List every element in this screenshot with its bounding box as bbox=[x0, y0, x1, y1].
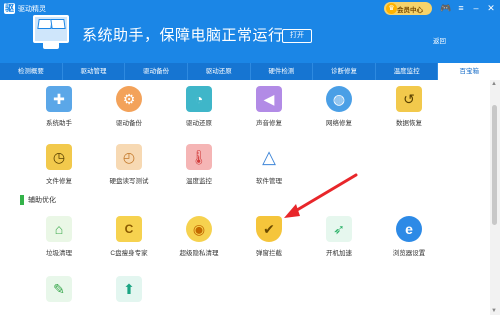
red-arrow-annotation bbox=[284, 173, 358, 218]
vertical-scrollbar[interactable]: ▲ ▼ bbox=[490, 80, 500, 315]
monitor-icon bbox=[33, 15, 69, 43]
tab-driver-manage[interactable]: 驱动管理 bbox=[63, 63, 126, 80]
tab-driver-restore[interactable]: 驱动还原 bbox=[188, 63, 251, 80]
tab-toolbox[interactable]: 百宝箱 bbox=[438, 63, 500, 80]
app-title: 驱 驱动精灵 bbox=[4, 3, 46, 14]
monitor-stand-icon bbox=[43, 43, 59, 49]
tab-temperature[interactable]: 温度监控 bbox=[376, 63, 439, 80]
tab-hardware-check[interactable]: 硬件检测 bbox=[251, 63, 314, 80]
tab-driver-backup[interactable]: 驱动备份 bbox=[125, 63, 188, 80]
app-header: 驱 驱动精灵 ♛ 会员中心 🎮 ≡ – ✕ 系统助手，保障电脑正常运行 打开 返… bbox=[0, 0, 500, 63]
back-link[interactable]: 返回 bbox=[433, 35, 446, 45]
page-slogan: 系统助手，保障电脑正常运行 bbox=[82, 27, 284, 44]
vip-center-label: 会员中心 bbox=[397, 6, 423, 14]
nav-tabs: 检测概要 驱动管理 驱动备份 驱动还原 硬件检测 诊断修复 温度监控 百宝箱 bbox=[0, 63, 500, 80]
scroll-down-icon[interactable]: ▼ bbox=[491, 308, 497, 314]
vip-center-button[interactable]: ♛ 会员中心 bbox=[384, 2, 432, 15]
crown-icon: ♛ bbox=[386, 3, 397, 14]
open-button[interactable]: 打开 bbox=[282, 29, 312, 43]
tab-diagnose-repair[interactable]: 诊断修复 bbox=[313, 63, 376, 80]
scroll-up-icon[interactable]: ▲ bbox=[491, 81, 497, 87]
gamepad-icon[interactable]: 🎮 bbox=[440, 2, 452, 14]
app-logo-icon: 驱 bbox=[4, 3, 15, 14]
minimize-icon[interactable]: – bbox=[470, 2, 482, 14]
menu-icon[interactable]: ≡ bbox=[455, 2, 467, 14]
app-name: 驱动精灵 bbox=[18, 5, 46, 13]
toolbox-panel: ✚ 系统助手 ⚙ 驱动备份 ◔ 驱动还原 ◀ 声音修复 ◍ 网络修复 ↺ 数据恢… bbox=[0, 80, 490, 315]
scroll-thumb[interactable] bbox=[492, 105, 497, 225]
close-icon[interactable]: ✕ bbox=[485, 2, 497, 14]
tab-detect-summary[interactable]: 检测概要 bbox=[0, 63, 63, 80]
